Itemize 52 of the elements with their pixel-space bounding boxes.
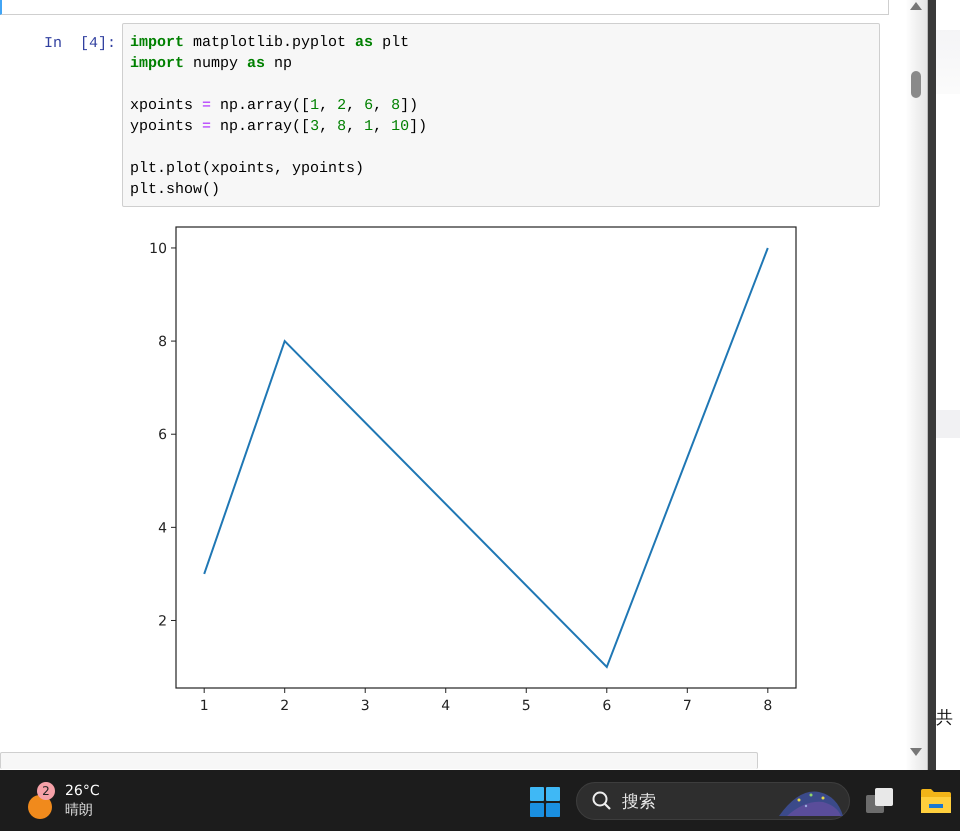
input-prompt: In [4]: [43, 34, 118, 54]
scroll-up-icon[interactable] [910, 2, 922, 10]
notification-badge: 2 [37, 782, 55, 800]
code-line: import matplotlib.pyplot as plt [130, 34, 410, 51]
scroll-down-icon[interactable] [910, 748, 922, 756]
weather-condition: 晴朗 [65, 800, 94, 820]
x-tick-label: 3 [360, 698, 370, 714]
x-tick: 7 [682, 688, 692, 714]
y-tick: 10 [149, 240, 176, 257]
start-icon[interactable] [530, 787, 560, 817]
panel-row [936, 30, 960, 94]
x-tick: 5 [522, 688, 531, 714]
x-tick-label: 4 [441, 698, 450, 714]
scroll-thumb[interactable] [911, 71, 921, 98]
y-tick: 8 [158, 334, 176, 350]
y-tick: 2 [158, 613, 176, 630]
code-line: ypoints = np.array([3, 8, 1, 10]) [130, 118, 428, 135]
y-tick-label: 10 [149, 240, 167, 257]
x-tick-label: 1 [200, 698, 209, 714]
x-tick-label: 5 [522, 698, 531, 714]
x-tick-label: 6 [602, 698, 612, 714]
temperature: 26°C [65, 782, 100, 800]
search-icon [592, 791, 612, 811]
x-tick: 4 [441, 688, 450, 714]
side-text: 共 [936, 707, 953, 729]
code-cell[interactable]: import matplotlib.pyplot as plt import numpy as np xpoints = np.array([1, 2, 6, 8]) ypoints = np.array([3, 8, 1, 10]) plt.plot(xpoints, ypoints) plt.show() [122, 23, 880, 207]
x-tick: 1 [200, 688, 209, 714]
folder-icon[interactable] [920, 787, 952, 815]
x-tick-label: 7 [682, 698, 692, 714]
x-tick: 6 [602, 688, 612, 714]
y-tick: 6 [158, 427, 176, 444]
code-line: xpoints = np.array([1, 2, 6, 8]) [130, 97, 418, 114]
weather-widget[interactable]: 2 26°C 晴朗 [27, 782, 100, 820]
task-view-icon[interactable] [865, 786, 895, 816]
panel-row [936, 410, 960, 438]
y-tick: 4 [158, 520, 176, 536]
y-tick-label: 4 [158, 520, 168, 536]
sun-icon [27, 794, 53, 820]
code-line: plt.show() [130, 181, 220, 198]
x-tick-label: 8 [763, 698, 772, 714]
x-tick: 3 [360, 688, 370, 714]
y-tick-label: 6 [158, 427, 168, 444]
x-tick: 8 [763, 688, 772, 714]
x-tick-label: 2 [280, 698, 290, 714]
code-line: import numpy as np [130, 55, 292, 72]
x-tick: 2 [280, 688, 290, 714]
y-tick-label: 2 [158, 613, 167, 630]
y-tick-label: 8 [158, 334, 167, 350]
code-cell[interactable] [0, 752, 758, 769]
search-field[interactable]: 搜索 [576, 782, 850, 820]
scrollbar[interactable] [905, 0, 928, 770]
code-line: plt.plot(xpoints, ypoints) [130, 160, 364, 177]
